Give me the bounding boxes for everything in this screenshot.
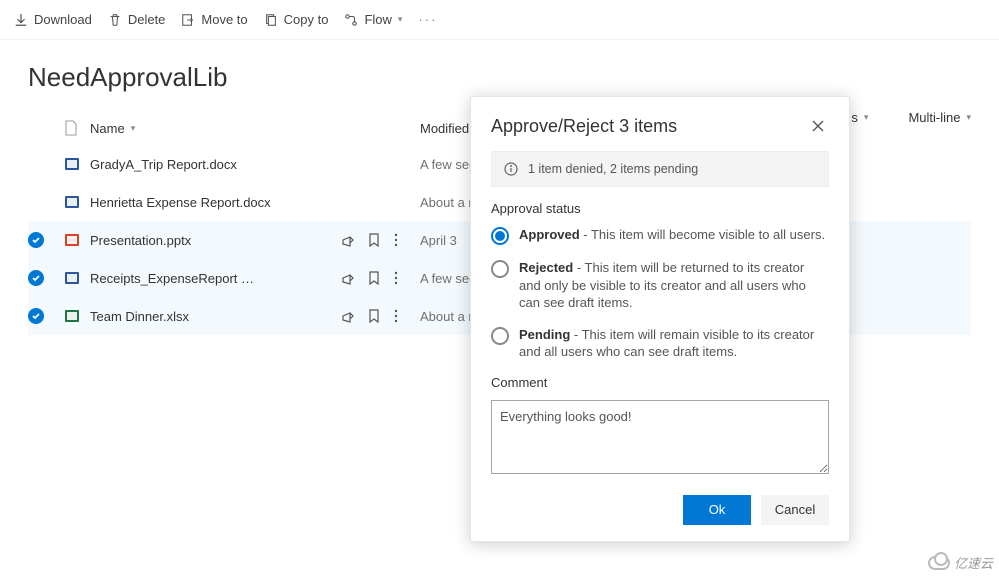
row-actions [340, 233, 420, 247]
flow-button[interactable]: Flow ▾ [344, 12, 402, 27]
download-label: Download [34, 12, 92, 27]
comment-label: Comment [491, 375, 829, 390]
command-bar: Download Delete Move to Copy to Flow ▾ ·… [0, 0, 999, 40]
more-icon[interactable] [394, 309, 398, 323]
cancel-button[interactable]: Cancel [761, 495, 829, 525]
row-actions [340, 271, 420, 285]
delete-button[interactable]: Delete [108, 12, 166, 27]
info-icon [504, 162, 518, 176]
share-icon[interactable] [340, 271, 354, 285]
close-icon [812, 120, 824, 132]
file-type-icon [64, 308, 90, 324]
download-icon [14, 13, 28, 27]
download-button[interactable]: Download [14, 12, 92, 27]
radio-input-pending[interactable] [491, 327, 509, 345]
trash-icon [108, 13, 122, 27]
column-status[interactable]: s▾ [851, 110, 868, 125]
file-name[interactable]: Team Dinner.xlsx [90, 309, 340, 324]
chevron-down-icon: ▾ [398, 14, 403, 25]
file-name[interactable]: GradyA_Trip Report.docx [90, 157, 340, 172]
file-type-icon [64, 232, 90, 248]
column-multiline[interactable]: Multi-line▾ [908, 110, 971, 125]
copyto-button[interactable]: Copy to [264, 12, 329, 27]
moveto-button[interactable]: Move to [181, 12, 247, 27]
file-type-icon [64, 156, 90, 172]
watermark: 亿速云 [928, 553, 993, 572]
file-name[interactable]: Receipts_ExpenseReport … [90, 271, 340, 286]
file-type-icon [64, 270, 90, 286]
approve-reject-dialog: Approve/Reject 3 items 1 item denied, 2 … [470, 96, 850, 542]
radio-input-approved[interactable] [491, 227, 509, 245]
copyto-icon [264, 13, 278, 27]
cloud-icon [928, 556, 950, 570]
extra-columns: s▾ Multi-line▾ [851, 110, 971, 125]
bookmark-icon[interactable] [368, 309, 380, 323]
file-icon [64, 120, 78, 136]
radio-input-rejected[interactable] [491, 260, 509, 278]
flow-icon [344, 13, 358, 27]
more-icon[interactable] [394, 233, 398, 247]
file-name[interactable]: Presentation.pptx [90, 233, 340, 248]
approval-status-label: Approval status [491, 201, 829, 216]
more-icon[interactable] [394, 271, 398, 285]
column-name[interactable]: Name▾ [90, 121, 340, 136]
comment-input[interactable] [491, 400, 829, 474]
bookmark-icon[interactable] [368, 233, 380, 247]
copyto-label: Copy to [284, 12, 329, 27]
status-banner: 1 item denied, 2 items pending [491, 151, 829, 187]
dialog-title: Approve/Reject 3 items [491, 116, 677, 137]
more-button[interactable]: ··· [418, 12, 437, 27]
moveto-icon [181, 13, 195, 27]
file-name[interactable]: Henrietta Expense Report.docx [90, 195, 340, 210]
share-icon[interactable] [340, 309, 354, 323]
moveto-label: Move to [201, 12, 247, 27]
banner-text: 1 item denied, 2 items pending [528, 162, 698, 176]
row-actions [340, 309, 420, 323]
radio-pending[interactable]: Pending - This item will remain visible … [491, 326, 829, 361]
delete-label: Delete [128, 12, 166, 27]
share-icon[interactable] [340, 233, 354, 247]
bookmark-icon[interactable] [368, 271, 380, 285]
flow-label: Flow [364, 12, 391, 27]
file-type-icon [64, 194, 90, 210]
radio-rejected[interactable]: Rejected - This item will be returned to… [491, 259, 829, 312]
ok-button[interactable]: Ok [683, 495, 751, 525]
radio-approved[interactable]: Approved - This item will become visible… [491, 226, 829, 245]
chevron-down-icon: ▾ [131, 123, 136, 134]
close-button[interactable] [807, 115, 829, 137]
